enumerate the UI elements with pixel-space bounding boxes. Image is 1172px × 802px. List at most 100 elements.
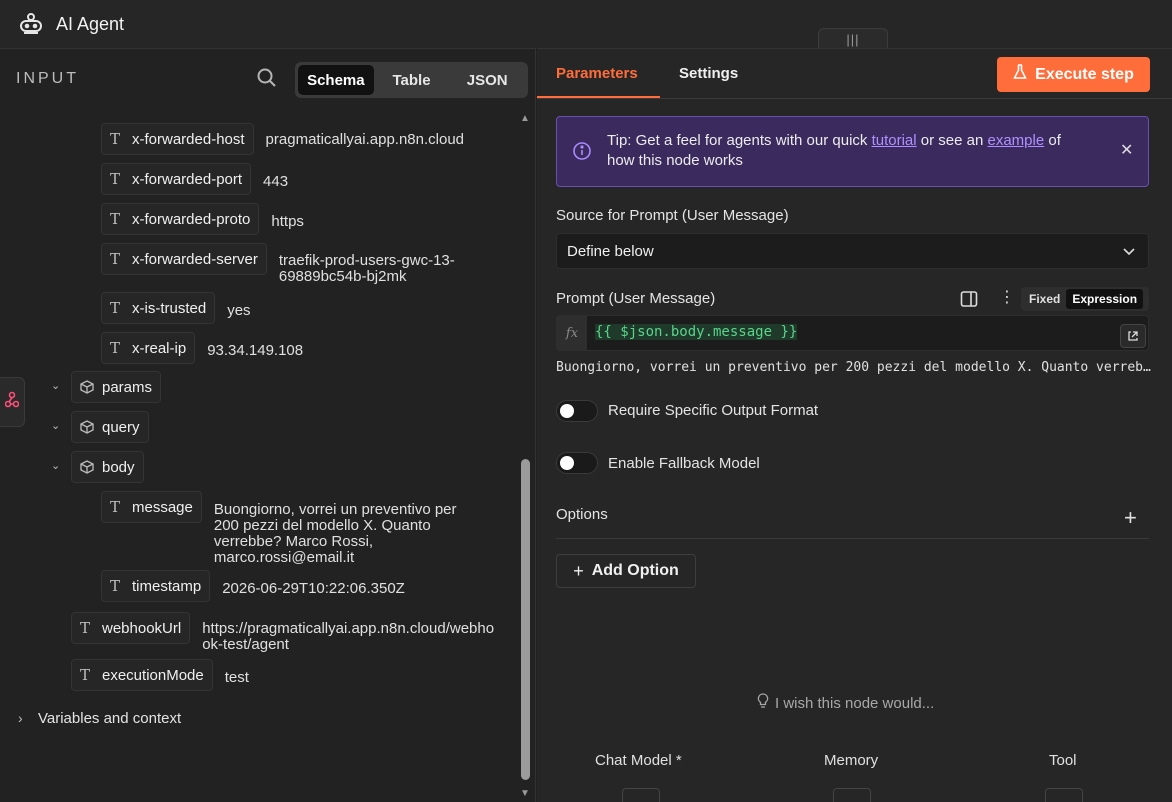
panel-drag-handle[interactable]: |||	[818, 28, 888, 50]
field-key[interactable]: params	[71, 371, 162, 403]
cube-icon	[80, 460, 102, 474]
tree-row: params	[71, 371, 162, 403]
field-key[interactable]: query	[71, 411, 149, 443]
expression-code[interactable]: {{ $json.body.message }}	[595, 324, 798, 340]
tree-row: Tx-forwarded-port 443	[101, 163, 288, 195]
text-type-icon: T	[110, 210, 121, 228]
require-output-format-toggle[interactable]	[556, 400, 598, 422]
field-value: 2026-06-29T10:22:06.350Z	[222, 580, 405, 597]
scroll-up-arrow-icon[interactable]: ▲	[520, 113, 530, 124]
search-icon[interactable]	[256, 67, 278, 89]
close-icon[interactable]: ✕	[1120, 140, 1133, 160]
text-type-icon: T	[80, 666, 91, 684]
field-value: 443	[263, 173, 289, 190]
parameters-panel: Parameters Settings Execute step Tip: Ge…	[537, 48, 1172, 802]
enable-fallback-toggle[interactable]	[556, 452, 598, 474]
add-chat-model-button[interactable]	[622, 788, 660, 802]
node-title: AI Agent	[56, 13, 125, 34]
panel-tabs: Parameters Settings Execute step	[537, 49, 1172, 99]
field-key[interactable]: TexecutionMode	[71, 659, 213, 691]
tree-row: Tmessage Buongiorno, vorrei un preventiv…	[101, 491, 484, 566]
field-key[interactable]: Tx-forwarded-host	[101, 123, 254, 155]
field-value: yes	[227, 302, 251, 319]
tree-row: Tx-is-trusted yes	[101, 292, 251, 324]
divider	[556, 538, 1149, 539]
field-key[interactable]: Tx-forwarded-port	[101, 163, 252, 195]
field-key[interactable]: body	[71, 451, 144, 483]
tip-callout: Tip: Get a feel for agents with our quic…	[556, 116, 1149, 187]
info-icon	[572, 141, 592, 165]
text-type-icon: T	[110, 339, 121, 357]
require-output-format-label: Require Specific Output Format	[608, 402, 819, 419]
text-type-icon: T	[110, 498, 121, 516]
tab-schema[interactable]: Schema	[298, 65, 374, 95]
add-memory-button[interactable]	[833, 788, 871, 802]
tab-parameters[interactable]: Parameters	[556, 65, 638, 82]
text-type-icon: T	[80, 619, 91, 637]
plus-icon[interactable]: +	[1124, 505, 1137, 531]
scrollbar-thumb[interactable]	[521, 459, 530, 780]
subnode-tool-label: Tool	[1049, 752, 1077, 769]
tree-row: TwebhookUrl https://pragmaticallyai.app.…	[71, 612, 498, 653]
field-value: 93.34.149.108	[207, 342, 304, 359]
execute-step-button[interactable]: Execute step	[997, 57, 1150, 92]
expression-option[interactable]: Expression	[1066, 289, 1144, 309]
input-label: INPUT	[16, 70, 79, 87]
robot-icon	[16, 9, 46, 39]
text-type-icon: T	[110, 250, 121, 268]
field-key[interactable]: Tx-real-ip	[101, 332, 196, 364]
field-key[interactable]: Tmessage	[101, 491, 202, 523]
prompt-expression-editor[interactable]: fx {{ $json.body.message }}	[556, 315, 1149, 351]
tree-row: Tx-forwarded-server traefik-prod-users-g…	[101, 243, 489, 285]
field-value: pragmaticallyai.app.n8n.cloud	[265, 131, 465, 148]
field-value: https	[271, 213, 304, 230]
chevron-down-icon[interactable]: ⌄	[51, 379, 60, 392]
add-option-button[interactable]: + Add Option	[556, 554, 696, 588]
webhook-trigger-tab[interactable]	[0, 377, 25, 427]
tip-text: Tip: Get a feel for agents with our quic…	[607, 132, 1061, 169]
feature-request-link[interactable]: I wish this node would...	[757, 693, 934, 713]
split-view-icon[interactable]	[960, 290, 978, 312]
chevron-down-icon	[1122, 244, 1136, 262]
field-key[interactable]: Tx-forwarded-server	[101, 243, 267, 275]
field-value: https://pragmaticallyai.app.n8n.cloud/we…	[202, 620, 495, 653]
tree-row: Ttimestamp 2026-06-29T10:22:06.350Z	[101, 570, 405, 602]
fixed-option[interactable]: Fixed	[1023, 289, 1066, 309]
subnode-chat-model-label: Chat Model *	[595, 752, 682, 769]
field-key[interactable]: Tx-forwarded-proto	[101, 203, 260, 235]
variables-context-toggle[interactable]: Variables and context	[38, 710, 181, 727]
field-key[interactable]: Tx-is-trusted	[101, 292, 216, 324]
tree-row: body	[71, 451, 144, 483]
tab-json[interactable]: JSON	[449, 65, 525, 95]
expression-preview: Buongiorno, vorrei un preventivo per 200…	[556, 360, 1154, 375]
chevron-down-icon[interactable]: ⌄	[51, 419, 60, 432]
tree-row: Tx-forwarded-proto https	[101, 203, 304, 235]
text-type-icon: T	[110, 170, 121, 188]
text-type-icon: T	[110, 299, 121, 317]
lightbulb-icon	[757, 693, 769, 713]
text-type-icon: T	[110, 577, 121, 595]
open-editor-icon[interactable]	[1120, 324, 1146, 348]
tab-table[interactable]: Table	[374, 65, 450, 95]
example-link[interactable]: example	[988, 132, 1045, 149]
title-bar: AI Agent	[0, 0, 1172, 48]
field-key[interactable]: TwebhookUrl	[71, 612, 191, 644]
tutorial-link[interactable]: tutorial	[872, 132, 917, 149]
scroll-down-arrow-icon[interactable]: ▼	[520, 788, 530, 799]
webhook-icon	[4, 391, 20, 413]
enable-fallback-label: Enable Fallback Model	[608, 455, 760, 472]
more-options-icon[interactable]: ⋮	[999, 289, 1015, 307]
source-prompt-select[interactable]: Define below	[556, 233, 1149, 269]
field-key[interactable]: Ttimestamp	[101, 570, 211, 602]
flask-icon	[1013, 64, 1027, 85]
add-tool-button[interactable]	[1045, 788, 1083, 802]
chevron-right-icon[interactable]: ›	[18, 710, 23, 726]
text-type-icon: T	[110, 130, 121, 148]
plus-icon: +	[573, 560, 584, 581]
cube-icon	[80, 420, 102, 434]
tab-settings[interactable]: Settings	[679, 65, 738, 82]
field-value: Buongiorno, vorrei un preventivo per 200…	[213, 501, 457, 566]
input-panel: INPUT Schema Table JSON Tx-forwarded-hos…	[0, 48, 536, 802]
tree-row: Tx-real-ip 93.34.149.108	[101, 332, 303, 364]
chevron-down-icon[interactable]: ⌄	[51, 459, 60, 472]
